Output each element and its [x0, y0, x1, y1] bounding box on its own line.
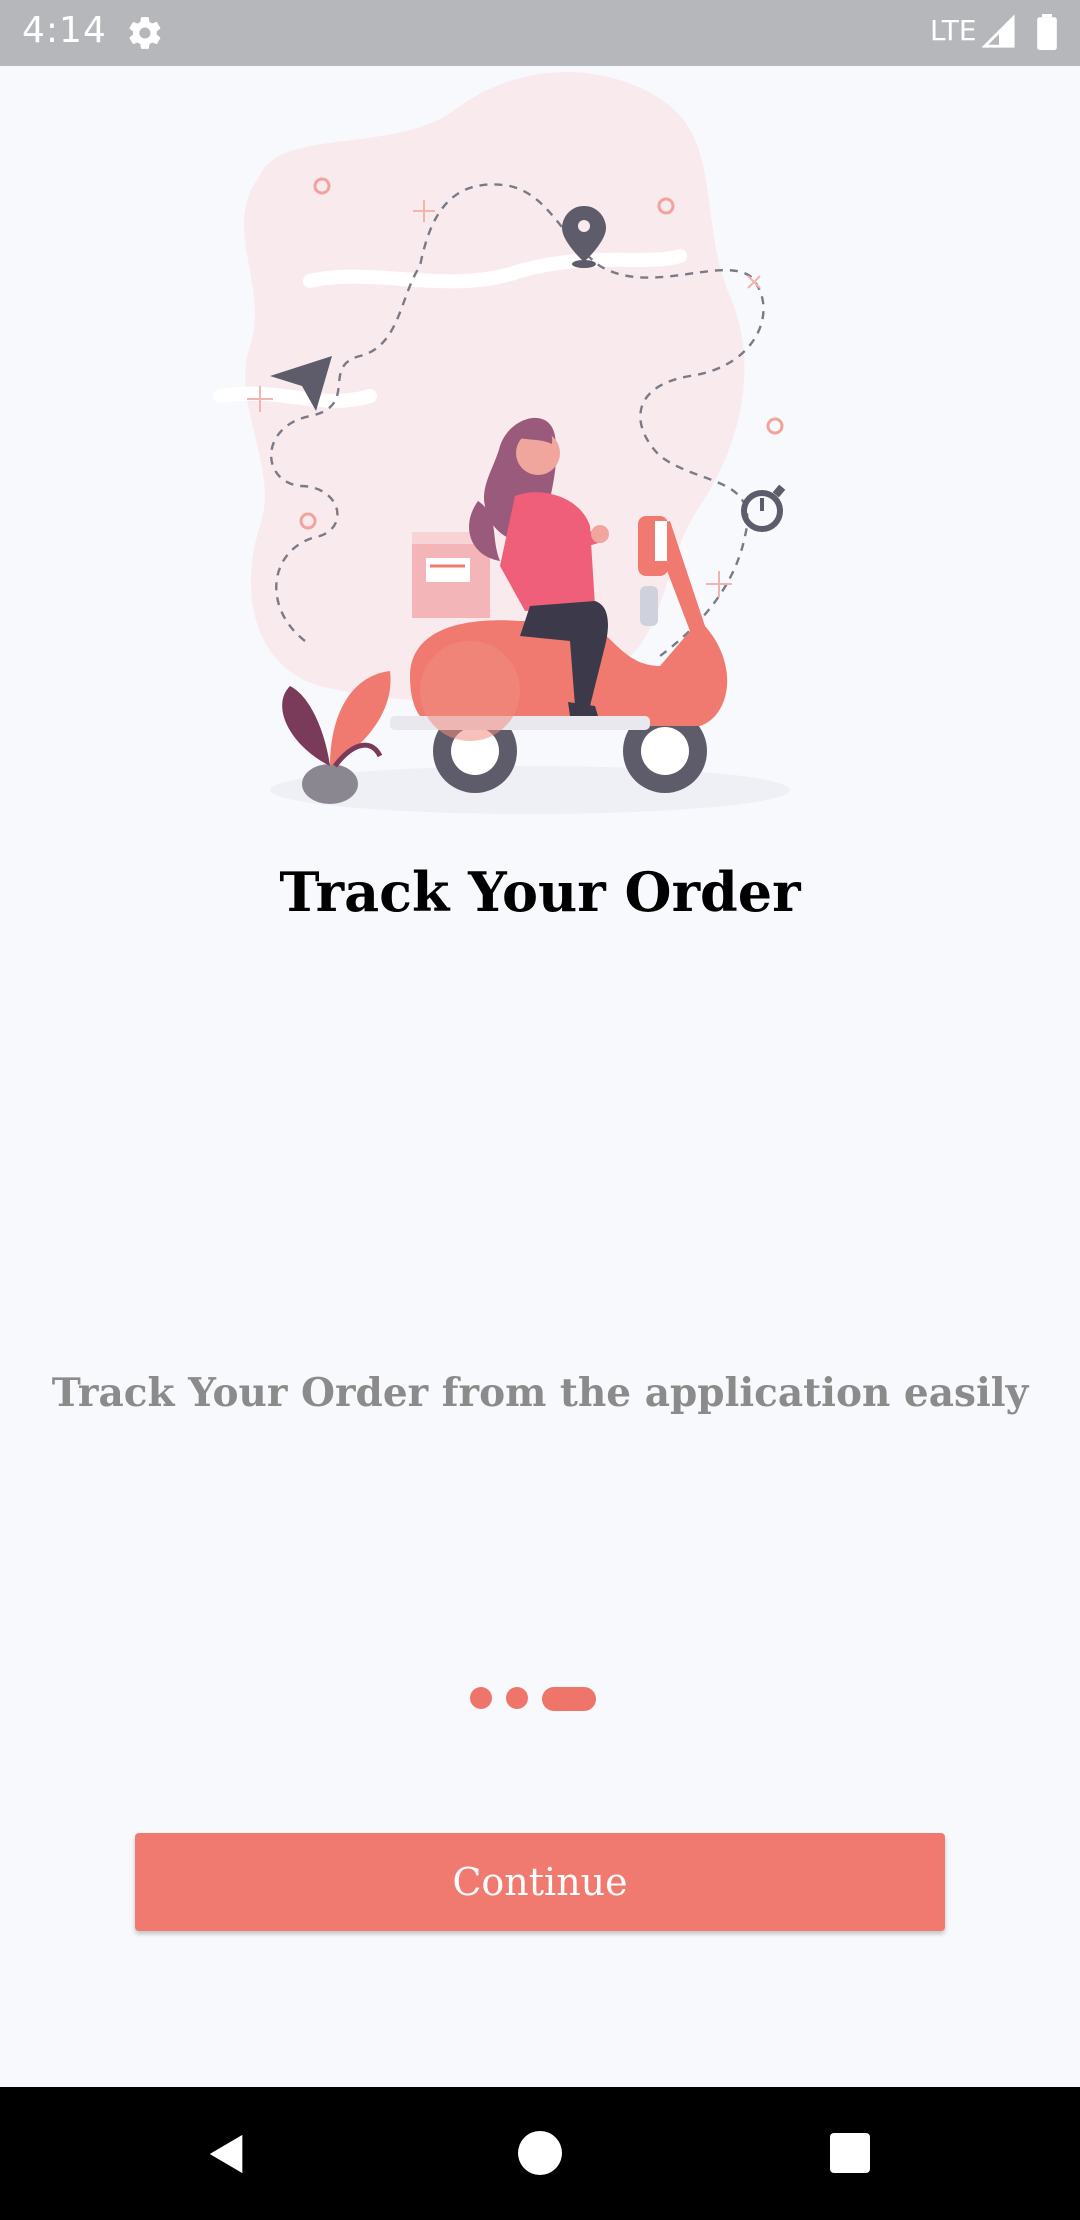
recents-icon[interactable]	[830, 2133, 870, 2173]
back-icon[interactable]	[204, 2131, 250, 2177]
network-type: LTE	[930, 14, 977, 47]
page-subtitle: Track Your Order from the application ea…	[51, 1370, 1029, 1416]
status-time: 4:14	[22, 10, 107, 51]
page-dot-2[interactable]	[506, 1687, 528, 1709]
continue-button[interactable]: Continue	[135, 1833, 945, 1931]
system-nav-bar	[0, 2087, 1080, 2220]
battery-icon	[1037, 14, 1057, 50]
page-dot-1[interactable]	[470, 1687, 492, 1709]
settings-gear-icon	[129, 17, 161, 49]
onboarding-screen: 4:14 LTE Track Your Order Track Your Ord…	[0, 0, 1080, 2220]
page-title: Track Your Order	[279, 860, 801, 924]
delivery-scooter-illustration	[213, 72, 790, 814]
page-dot-3-active[interactable]	[542, 1687, 596, 1711]
page-indicator	[0, 1687, 1080, 1713]
status-bar: 4:14 LTE	[0, 0, 1080, 66]
signal-icon	[982, 14, 1015, 48]
home-icon[interactable]	[518, 2131, 562, 2175]
